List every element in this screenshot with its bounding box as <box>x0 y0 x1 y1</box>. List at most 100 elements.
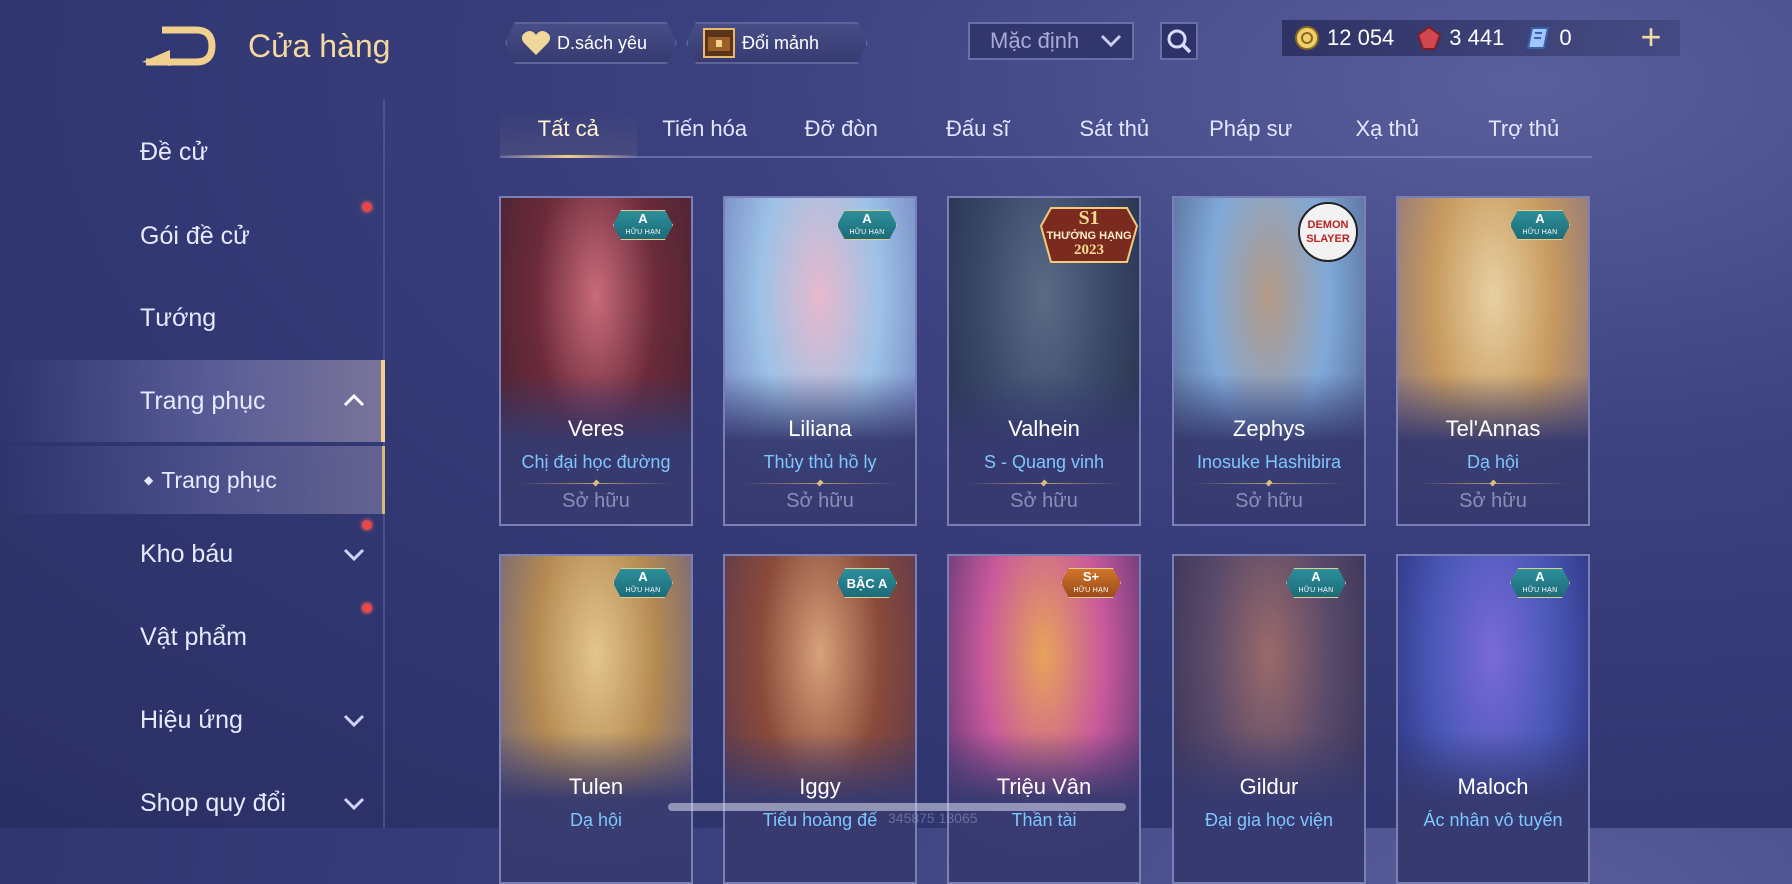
skin-name: Inosuke Hashibira <box>1196 452 1342 472</box>
skin-card[interactable]: A HỮU HẠN Gildur Đại gia học viện <box>1172 554 1366 884</box>
owned-status: Sở hữu <box>786 490 854 512</box>
sidebar-item-recommended-bundles[interactable]: Gói đề cử <box>0 196 385 276</box>
skin-card[interactable]: A HỮU HẠN Liliana Thủy thủ hồ ly Sở hữu <box>723 196 917 526</box>
hero-name: Liliana <box>788 416 852 441</box>
skin-card[interactable]: S+ HỮU HẠN Triệu Vân Thần tài <box>947 554 1141 884</box>
gem-amount: 3 441 <box>1449 25 1505 50</box>
skin-card[interactable]: A HỮU HẠN Tel'Annas Dạ hội Sở hữu <box>1396 196 1590 526</box>
hero-name: Triệu Vân <box>996 774 1092 799</box>
tier-badge: A HỮU HẠN <box>613 568 673 598</box>
skin-name: S - Quang vinh <box>983 452 1105 472</box>
tier-badge: A HỮU HẠN <box>1510 568 1570 598</box>
sidebar-item-label: Kho báu <box>140 539 234 568</box>
tier-badge: A HỮU HẠN <box>1286 568 1346 598</box>
skin-card[interactable]: DEMON SLAYER Zephys Inosuke Hashibira Sở… <box>1172 196 1366 526</box>
chevron-up-icon <box>343 393 365 407</box>
tab-assassin[interactable]: Sát thủ <box>1046 110 1183 156</box>
chevron-down-icon <box>343 714 365 728</box>
skin-card[interactable]: S1 THƯỞNG HẠNG 2023 Valhein S - Quang vi… <box>947 196 1141 526</box>
search-icon <box>1167 29 1192 54</box>
watermark-text: 345875 18065 <box>888 810 978 826</box>
gold-coin-icon <box>1295 26 1319 50</box>
owned-status: Sở hữu <box>1235 490 1303 512</box>
hero-name: Maloch <box>1457 774 1529 799</box>
hero-name: Tulen <box>568 774 624 799</box>
chevron-down-icon <box>343 797 365 811</box>
back-button[interactable] <box>140 22 218 70</box>
sort-dropdown[interactable]: Mặc định <box>968 22 1134 60</box>
season-rank-line-1: S1 <box>1078 207 1099 229</box>
tier-badge-sub: HỮU HẠN <box>1522 587 1558 594</box>
category-tabs: Tất cả Tiến hóa Đỡ đòn Đấu sĩ Sát thủ Ph… <box>500 110 1592 158</box>
gold-currency: 12 054 <box>1294 25 1394 51</box>
diamond-bullet-icon: ◆ <box>144 473 154 487</box>
treasure-chest-icon <box>702 27 736 59</box>
tier-badge: A HỮU HẠN <box>837 210 897 240</box>
tab-marksman[interactable]: Xạ thủ <box>1319 110 1456 156</box>
chevron-down-icon <box>343 548 365 562</box>
tier-badge-label: A <box>1535 569 1545 584</box>
tier-badge: A HỮU HẠN <box>613 210 673 240</box>
tab-evolution[interactable]: Tiến hóa <box>637 110 774 156</box>
sidebar-item-label: Đề cử <box>140 137 209 166</box>
tab-support[interactable]: Trợ thủ <box>1456 110 1593 156</box>
sort-selected-value: Mặc định <box>990 28 1080 53</box>
gold-amount: 12 054 <box>1327 25 1395 50</box>
voucher-icon <box>1527 27 1550 49</box>
tier-badge-sub: HỮU HẠN <box>1073 587 1109 594</box>
favorites-label: D.sách yêu <box>557 32 648 53</box>
sidebar-item-label: Vật phẩm <box>140 622 248 651</box>
tier-badge-label: A <box>1535 211 1545 226</box>
fragments-label: Đổi mảnh <box>742 32 820 53</box>
back-arrow-icon <box>142 26 216 66</box>
hero-name: Tel'Annas <box>1445 416 1541 441</box>
notification-dot <box>362 202 372 212</box>
heart-icon <box>521 30 551 56</box>
tab-tank[interactable]: Đỡ đòn <box>773 110 910 156</box>
skin-card[interactable]: A HỮU HẠN Veres Chị đại học đường Sở hữu <box>499 196 693 526</box>
card-divider <box>967 483 1121 484</box>
card-divider <box>1416 483 1570 484</box>
card-divider <box>743 483 897 484</box>
sidebar-item-exchange-shop[interactable]: Shop quy đổi <box>0 763 385 843</box>
skin-card[interactable]: BẬC A Iggy Tiểu hoàng đế <box>723 554 917 884</box>
skin-name: Thủy thủ hồ ly <box>763 452 877 472</box>
fragments-button[interactable]: Đổi mảnh <box>686 22 868 64</box>
sidebar-item-treasure[interactable]: Kho báu <box>0 514 385 594</box>
owned-status: Sở hữu <box>1459 490 1527 512</box>
tier-badge-label: A <box>1311 569 1321 584</box>
card-divider <box>519 483 673 484</box>
skin-name: Dạ hội <box>1466 452 1520 472</box>
tab-mage[interactable]: Pháp sư <box>1183 110 1320 156</box>
page-title: Cửa hàng <box>248 28 391 64</box>
owned-status: Sở hữu <box>562 490 630 512</box>
sidebar-item-heroes[interactable]: Tướng <box>0 278 385 358</box>
tier-badge: A HỮU HẠN <box>1510 210 1570 240</box>
add-currency-button[interactable]: + <box>1633 19 1669 56</box>
tab-all[interactable]: Tất cả <box>500 110 637 158</box>
skin-card[interactable]: A HỮU HẠN Maloch Ác nhân vô tuyến <box>1396 554 1590 884</box>
sidebar-item-skins[interactable]: Trang phục <box>0 360 385 442</box>
tier-badge-sub: HỮU HẠN <box>1298 587 1334 594</box>
tier-badge-label: A <box>638 211 648 226</box>
skin-card[interactable]: A HỮU HẠN Tulen Dạ hội <box>499 554 693 884</box>
voucher-currency: 0 <box>1526 25 1572 51</box>
favorites-button[interactable]: D.sách yêu <box>505 22 677 64</box>
sidebar-item-label: Shop quy đổi <box>140 788 286 817</box>
tab-fighter[interactable]: Đấu sĩ <box>910 110 1047 156</box>
sidebar-subitem-skins[interactable]: ◆ Trang phục <box>0 446 385 514</box>
card-shade <box>501 732 691 882</box>
sidebar-item-recommended[interactable]: Đề cử <box>0 112 385 192</box>
search-button[interactable] <box>1160 22 1198 60</box>
voucher-amount: 0 <box>1559 25 1572 50</box>
home-indicator[interactable] <box>668 803 1126 811</box>
gem-currency: 3 441 <box>1416 25 1504 51</box>
sidebar-item-effects[interactable]: Hiệu ứng <box>0 680 385 760</box>
owned-status: Sở hữu <box>1010 490 1078 512</box>
hero-name: Valhein <box>1008 416 1080 441</box>
sidebar-subitem-label: Trang phục <box>161 466 277 493</box>
tier-badge-sub: HỮU HẠN <box>625 229 661 236</box>
tier-badge: S+ HỮU HẠN <box>1061 568 1121 598</box>
season-rank-line-3: 2023 <box>1074 242 1104 258</box>
sidebar-item-items[interactable]: Vật phẩm <box>0 597 385 677</box>
